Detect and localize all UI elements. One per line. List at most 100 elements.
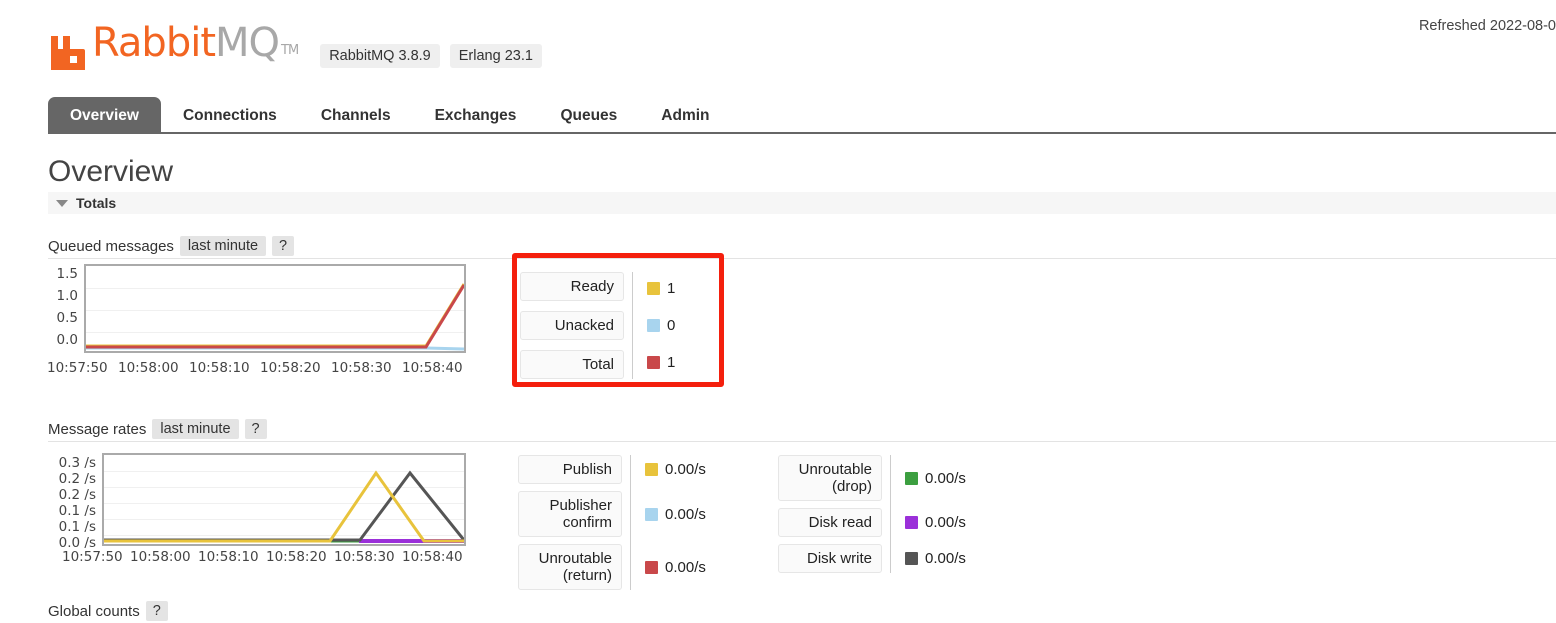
logo-text-rabbit: Rabbit <box>92 20 216 66</box>
rates-chart-x-axis: 10:57:50 10:58:00 10:58:10 10:58:20 10:5… <box>48 549 468 567</box>
color-swatch-icon <box>645 463 658 476</box>
x-tick: 10:58:00 <box>118 360 179 376</box>
x-tick: 10:58:20 <box>260 360 321 376</box>
queued-legend-names: Ready Unacked Total <box>520 272 624 379</box>
legend-value-publisher-confirm: 0.00/s <box>631 491 706 537</box>
x-tick: 10:58:40 <box>402 549 463 565</box>
rates-left-names: Publish Publisher confirm Unroutable (re… <box>518 455 622 590</box>
legend-value-text: 0.00/s <box>665 461 706 478</box>
x-tick: 10:58:10 <box>189 360 250 376</box>
legend-value-ready: 1 <box>633 275 675 302</box>
message-rates-period-chip[interactable]: last minute <box>152 419 239 439</box>
queued-legend-values: 1 0 1 <box>633 275 675 376</box>
x-tick: 10:58:10 <box>198 549 259 565</box>
totals-label: Totals <box>76 195 117 211</box>
legend-value-text: 0.00/s <box>665 558 706 576</box>
rates-chart-lines <box>104 470 464 543</box>
legend-value-text: 1 <box>667 354 676 371</box>
main-navigation: Overview Connections Channels Exchanges … <box>48 97 1556 134</box>
x-tick: 10:58:00 <box>130 549 191 565</box>
y-tick: 1.0 <box>56 288 78 304</box>
queued-chart-y-axis: 0.0 0.5 1.0 1.5 <box>48 266 78 358</box>
badge-rabbitmq-version: RabbitMQ 3.8.9 <box>320 44 440 68</box>
tab-channels[interactable]: Channels <box>299 97 413 132</box>
color-swatch-icon <box>647 356 660 369</box>
overview-page: Refreshed 2022-08-0 RabbitMQ TM RabbitMQ … <box>0 0 1556 623</box>
refreshed-timestamp: Refreshed 2022-08-0 <box>1418 18 1556 34</box>
rates-right-values: 0.00/s 0.00/s 0.00/s <box>891 455 966 573</box>
version-badges: RabbitMQ 3.8.9 Erlang 23.1 <box>320 44 542 72</box>
color-swatch-icon <box>905 516 918 529</box>
totals-section-header[interactable]: Totals <box>48 192 1556 214</box>
legend-value-total: 1 <box>633 349 675 376</box>
logo-text-mq: MQ <box>215 20 280 66</box>
queued-messages-period-chip[interactable]: last minute <box>179 236 267 256</box>
queued-chart-plot-area <box>84 264 466 353</box>
y-tick: 0.5 <box>56 310 78 326</box>
y-tick: 0.2 /s <box>58 487 96 503</box>
queued-messages-header: Queued messages last minute ? <box>48 236 295 256</box>
rabbit-logo-icon <box>51 36 85 70</box>
legend-value-disk-read: 0.00/s <box>891 508 966 537</box>
message-rates-legend-left: Publish Publisher confirm Unroutable (re… <box>518 455 706 590</box>
color-swatch-icon <box>647 282 660 295</box>
legend-name-unroutable-drop: Unroutable (drop) <box>778 455 882 501</box>
queued-messages-legend: Ready Unacked Total 1 0 1 <box>520 272 675 379</box>
legend-name-ready: Ready <box>520 272 624 301</box>
divider-queued <box>48 258 1556 259</box>
legend-value-disk-write: 0.00/s <box>891 544 966 573</box>
legend-name-unroutable-return: Unroutable (return) <box>518 544 622 590</box>
badge-erlang-version: Erlang 23.1 <box>449 44 542 68</box>
tab-queues[interactable]: Queues <box>538 97 639 132</box>
queued-messages-chart: 0.0 0.5 1.0 1.5 10:57:50 10:58:00 10:58:… <box>47 264 468 388</box>
tab-admin[interactable]: Admin <box>639 97 731 132</box>
legend-value-text: 0.00/s <box>665 505 706 523</box>
x-tick: 10:58:40 <box>402 360 463 376</box>
message-rates-header: Message rates last minute ? <box>48 419 267 439</box>
queued-messages-help-icon[interactable]: ? <box>272 236 295 256</box>
rates-right-names: Unroutable (drop) Disk read Disk write <box>778 455 882 573</box>
tab-overview[interactable]: Overview <box>48 97 161 132</box>
legend-value-text: 0.00/s <box>925 514 966 531</box>
message-rates-help-icon[interactable]: ? <box>244 419 267 439</box>
message-rates-legend-right: Unroutable (drop) Disk read Disk write 0… <box>778 455 966 573</box>
x-tick: 10:58:30 <box>334 549 395 565</box>
divider-rates <box>48 441 1556 442</box>
y-tick: 0.1 /s <box>58 519 96 535</box>
legend-value-text: 0.00/s <box>925 550 966 567</box>
global-counts-label: Global counts <box>48 602 140 620</box>
rates-chart-plot-area <box>102 453 466 546</box>
global-counts-help-icon[interactable]: ? <box>145 601 168 621</box>
message-rates-label: Message rates <box>48 420 147 438</box>
x-tick: 10:57:50 <box>47 360 108 376</box>
x-tick: 10:57:50 <box>62 549 123 565</box>
y-tick: 1.5 <box>56 266 78 282</box>
legend-value-text: 1 <box>667 280 676 297</box>
color-swatch-icon <box>905 552 918 565</box>
color-swatch-icon <box>645 507 658 521</box>
message-rates-chart: 0.0 /s 0.1 /s 0.1 /s 0.2 /s 0.2 /s 0.3 /… <box>48 453 468 575</box>
legend-value-publish: 0.00/s <box>631 455 706 484</box>
legend-value-unroutable-return: 0.00/s <box>631 544 706 590</box>
legend-name-disk-write: Disk write <box>778 544 882 573</box>
queued-chart-lines <box>86 283 464 351</box>
legend-name-total: Total <box>520 350 624 379</box>
legend-name-publisher-confirm: Publisher confirm <box>518 491 622 537</box>
legend-name-publish: Publish <box>518 455 622 484</box>
x-tick: 10:58:30 <box>331 360 392 376</box>
global-counts-header: Global counts ? <box>48 601 168 621</box>
y-tick: 0.0 <box>56 332 78 348</box>
tab-exchanges[interactable]: Exchanges <box>413 97 539 132</box>
page-title: Overview <box>48 155 174 188</box>
rates-left-values: 0.00/s 0.00/s 0.00/s <box>631 455 706 590</box>
rates-chart-y-axis: 0.0 /s 0.1 /s 0.1 /s 0.2 /s 0.2 /s 0.3 /… <box>48 455 96 551</box>
queued-messages-label: Queued messages <box>48 237 174 255</box>
chevron-down-icon[interactable] <box>56 199 68 207</box>
legend-value-text: 0.00/s <box>925 469 966 487</box>
color-swatch-icon <box>905 471 918 485</box>
logo-trademark: TM <box>281 43 299 58</box>
tab-connections[interactable]: Connections <box>161 97 299 132</box>
legend-value-unacked: 0 <box>633 312 675 339</box>
rabbitmq-logo[interactable]: RabbitMQ TM <box>48 23 299 72</box>
x-tick: 10:58:20 <box>266 549 327 565</box>
